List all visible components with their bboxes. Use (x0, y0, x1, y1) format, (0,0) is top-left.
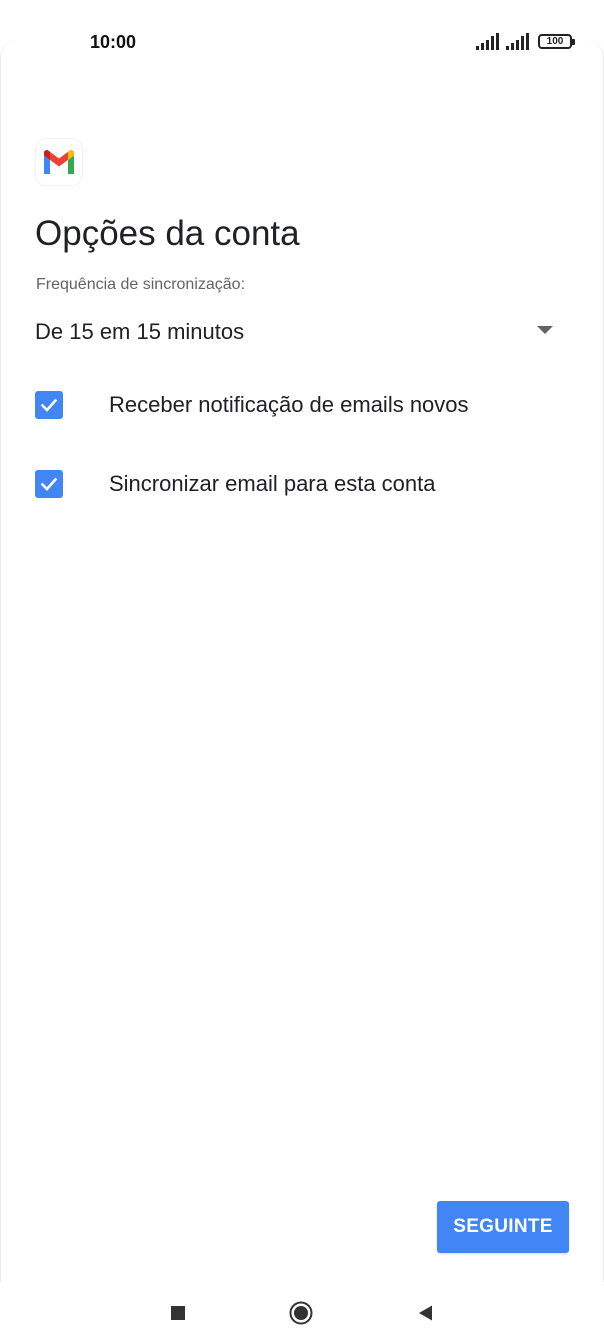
sync-frequency-label: Frequência de sincronização: (36, 276, 246, 293)
status-time: 10:00 (90, 32, 137, 52)
new-email-notification-option[interactable]: Receber notificação de emails novos (35, 381, 575, 429)
checkbox-checked-icon[interactable] (35, 470, 63, 498)
square-icon (171, 1306, 185, 1320)
home-button[interactable] (286, 1298, 316, 1328)
dropdown-arrow-icon (537, 326, 553, 334)
status-bar: 10:00 100 (0, 0, 604, 86)
signal-strength-icon (506, 33, 529, 50)
recents-button[interactable] (163, 1298, 193, 1328)
sync-frequency-value: De 15 em 15 minutos (35, 319, 245, 344)
sync-email-option[interactable]: Sincronizar email para esta conta (35, 460, 575, 508)
option-label: Sincronizar email para esta conta (109, 471, 436, 496)
triangle-back-icon (419, 1305, 432, 1321)
back-button[interactable] (411, 1298, 441, 1328)
gmail-m-icon (44, 150, 74, 174)
navigation-bar (0, 1282, 604, 1344)
circle-icon (289, 1301, 313, 1325)
sync-frequency-dropdown[interactable]: De 15 em 15 minutos (35, 312, 565, 352)
checkbox-checked-icon[interactable] (35, 391, 63, 419)
page-title: Opções da conta (35, 214, 300, 253)
checkmark-icon (40, 477, 58, 491)
gmail-logo-icon (36, 139, 82, 185)
option-label: Receber notificação de emails novos (109, 392, 469, 417)
checkmark-icon (40, 398, 58, 412)
battery-level: 100 (546, 36, 564, 47)
next-button[interactable]: SEGUINTE (437, 1201, 569, 1253)
signal-strength-icon (476, 33, 499, 50)
battery-icon: 100 (538, 34, 575, 49)
